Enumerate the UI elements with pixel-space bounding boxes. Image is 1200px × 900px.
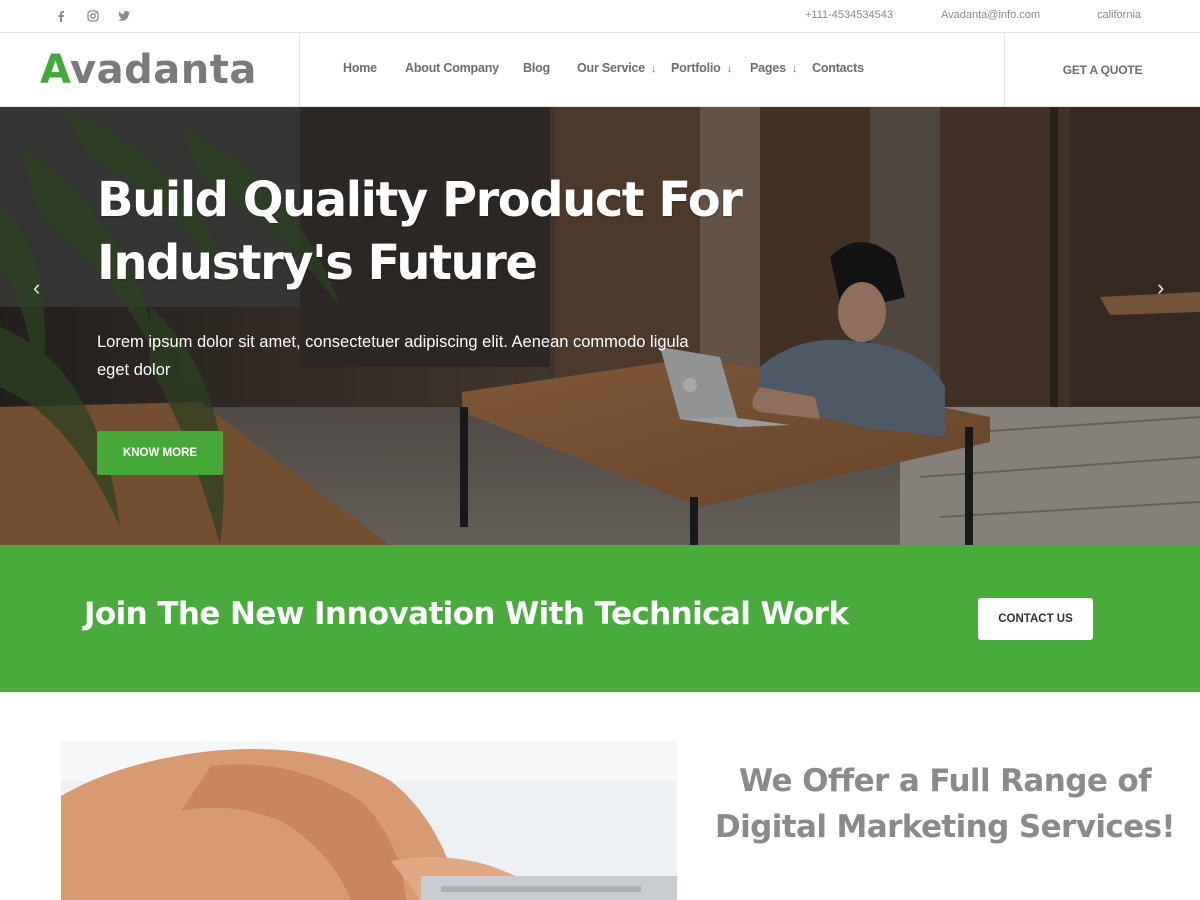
- nav-contacts[interactable]: Contacts: [812, 61, 864, 75]
- chevron-down-icon: ↓: [650, 63, 657, 75]
- nav-about-company-label: About Company: [405, 61, 499, 75]
- services-heading: We Offer a Full Range of Digital Marketi…: [715, 763, 1176, 845]
- nav-contacts-label: Contacts: [812, 61, 864, 75]
- get-a-quote-button[interactable]: GET A QUOTE: [1005, 33, 1200, 107]
- nav-portfolio[interactable]: Portfolio ↓: [671, 61, 732, 75]
- cta-banner: Join The New Innovation With Technical W…: [0, 545, 1200, 692]
- instagram-icon[interactable]: [83, 0, 103, 32]
- logo-accent-letter: A: [40, 47, 71, 93]
- slider-prev-icon[interactable]: ‹: [33, 275, 40, 301]
- header-divider: [299, 33, 300, 107]
- chevron-down-icon: ↓: [726, 63, 733, 75]
- know-more-button[interactable]: KNOW MORE: [97, 431, 223, 475]
- nav-pages-label: Pages: [750, 61, 786, 75]
- hero-slider: Build Quality Product For Industry's Fut…: [0, 107, 1200, 545]
- nav-home-label: Home: [343, 61, 377, 75]
- services-image: [61, 741, 677, 900]
- site-logo[interactable]: Avadanta: [40, 45, 257, 95]
- location-text: california: [1097, 9, 1142, 21]
- twitter-icon[interactable]: [114, 0, 134, 32]
- nav-portfolio-label: Portfolio: [671, 61, 721, 75]
- nav-blog[interactable]: Blog: [523, 61, 550, 75]
- main-header: Avadanta Home About Company Blog Our Ser…: [0, 33, 1200, 107]
- slider-next-icon[interactable]: ›: [1157, 275, 1164, 301]
- cta-banner-text: Join The New Innovation With Technical W…: [84, 596, 849, 632]
- contact-us-button[interactable]: CONTACT US: [978, 598, 1093, 640]
- hero-description: Lorem ipsum dolor sit amet, consectetuer…: [97, 333, 689, 379]
- top-bar: +111-4534534543 Avadanta@info.com califo…: [0, 0, 1200, 33]
- nav-pages[interactable]: Pages ↓: [750, 61, 797, 75]
- nav-our-service-label: Our Service: [577, 61, 645, 75]
- nav-home[interactable]: Home: [343, 61, 377, 75]
- logo-text: vadanta: [70, 47, 257, 93]
- nav-blog-label: Blog: [523, 61, 550, 75]
- hero-title: Build Quality Product For Industry's Fut…: [97, 172, 743, 291]
- chevron-down-icon: ↓: [791, 63, 798, 75]
- nav-about-company[interactable]: About Company: [405, 61, 499, 75]
- facebook-icon[interactable]: [51, 0, 71, 32]
- nav-our-service[interactable]: Our Service ↓: [577, 61, 657, 75]
- email-address[interactable]: Avadanta@info.com: [941, 9, 1040, 21]
- phone-number[interactable]: +111-4534534543: [805, 9, 893, 21]
